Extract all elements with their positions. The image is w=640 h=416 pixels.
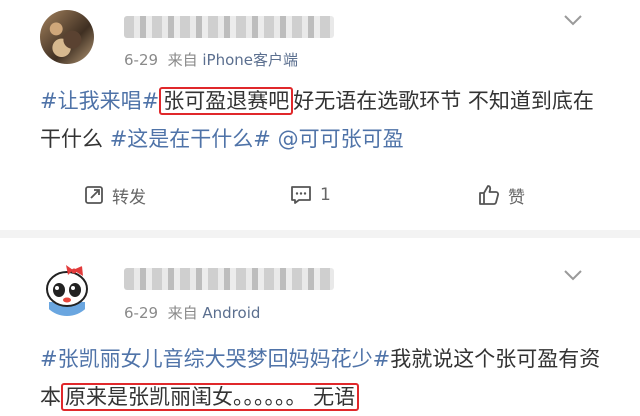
weibo-post: 6-29 来自 Android #张凯丽女儿音综大哭梦回妈妈花少#我就说这个张可…	[0, 238, 640, 414]
post-meta: 6-29 来自 Android	[124, 302, 260, 323]
highlighted-text: 原来是张凯丽闺女。。。。。。 无语	[61, 383, 360, 411]
post-content: #让我来唱# 张可盈退赛吧 好无语在选歌环节 不知道到底在干什么 #这是在干什么# …	[40, 82, 610, 158]
comment-icon	[291, 186, 311, 204]
source-prefix: 来自	[167, 304, 198, 322]
repost-icon	[85, 186, 103, 204]
comment-count: 1	[320, 185, 331, 205]
highlighted-text: 张可盈退赛吧	[159, 87, 294, 115]
mention-link[interactable]: @可可张可盈	[271, 127, 404, 151]
user-avatar[interactable]	[40, 262, 94, 316]
source-prefix: 来自	[167, 51, 198, 69]
username-redacted[interactable]	[124, 268, 334, 290]
hashtag-link[interactable]: #张凯丽女儿音综大哭梦回妈妈花少#	[40, 347, 390, 371]
user-avatar[interactable]	[40, 10, 94, 64]
post-content: #张凯丽女儿音综大哭梦回妈妈花少#我就说这个张可盈有资本 原来是张凯丽闺女。。。。…	[40, 340, 610, 416]
chevron-down-icon[interactable]	[564, 269, 582, 281]
hashtag-link[interactable]: #这是在干什么#	[110, 127, 271, 151]
weibo-post: 6-29 来自 iPhone客户端 #让我来唱# 张可盈退赛吧 好无语在选歌环节 不…	[0, 0, 640, 230]
thumbs-up-icon	[479, 185, 500, 205]
like-label: 赞	[508, 187, 525, 208]
comment-button[interactable]: 1	[290, 178, 331, 212]
post-meta: 6-29 来自 iPhone客户端	[124, 49, 298, 70]
repost-button[interactable]: 转发	[84, 178, 146, 212]
post-divider	[0, 230, 640, 238]
post-date: 6-29	[124, 304, 159, 322]
hashtag-link[interactable]: #让我来唱#	[40, 89, 159, 113]
post-source: iPhone客户端	[202, 51, 299, 69]
post-date: 6-29	[124, 51, 159, 69]
repost-label: 转发	[112, 187, 146, 208]
chevron-down-icon[interactable]	[564, 14, 582, 26]
post-source: Android	[202, 304, 261, 322]
username-redacted[interactable]	[124, 16, 334, 38]
post-actions: 转发 1 赞	[0, 178, 640, 212]
like-button[interactable]: 赞	[478, 178, 525, 212]
